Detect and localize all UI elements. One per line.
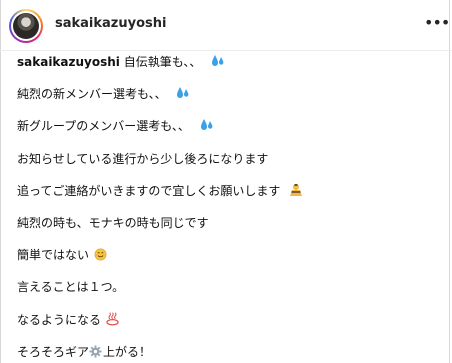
caption-author-link[interactable]: sakaikazuyoshi bbox=[17, 55, 120, 69]
hot-springs-icon bbox=[106, 312, 119, 326]
caption-line: 簡単ではない bbox=[17, 247, 107, 263]
smiling-face-icon bbox=[94, 248, 107, 261]
more-options-icon[interactable]: ••• bbox=[424, 14, 450, 34]
gear-icon bbox=[89, 345, 102, 358]
caption-line: 純烈の時も、モナキの時も同じです bbox=[17, 216, 209, 230]
avatar[interactable] bbox=[9, 9, 43, 43]
sweat-droplets-icon bbox=[200, 119, 213, 130]
caption-line: sakaikazuyoshi 自伝執筆も、、 bbox=[17, 54, 226, 70]
sweat-droplets-icon bbox=[177, 87, 189, 98]
bowing-person-icon bbox=[290, 184, 303, 196]
caption-line: 言えることは１つ。 bbox=[17, 280, 125, 294]
caption-line: 追ってご連絡がいきますので宜しくお願いします bbox=[17, 183, 303, 199]
caption-line: なるようになる bbox=[17, 312, 119, 328]
sweat-droplets-icon bbox=[212, 55, 224, 66]
caption-line: お知らせしている進行から少し後ろになります bbox=[17, 152, 269, 166]
post-header: sakaikazuyoshi ••• bbox=[0, 0, 452, 51]
avatar-image bbox=[13, 13, 39, 39]
username-link[interactable]: sakaikazuyoshi bbox=[55, 16, 166, 31]
caption-line: そろそろギア 上がる！ bbox=[17, 345, 152, 359]
caption-line: 純烈の新メンバー選考も、、 bbox=[17, 86, 191, 102]
caption-line: 新グループのメンバー選考も、、 bbox=[17, 118, 215, 134]
